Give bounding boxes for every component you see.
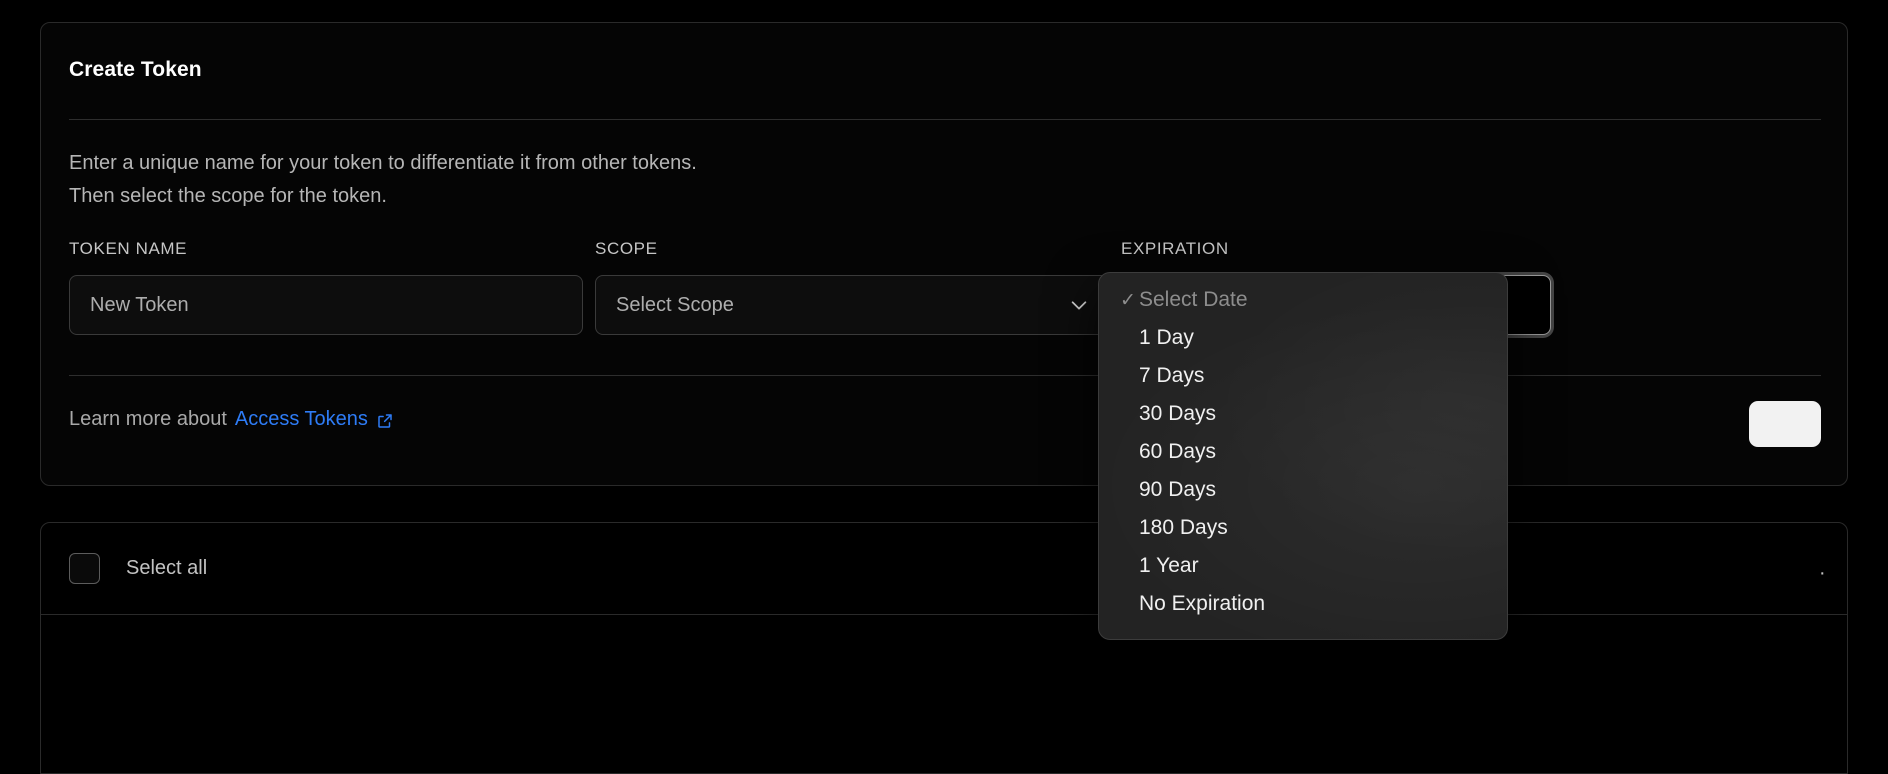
token-name-input[interactable]: New Token — [69, 275, 583, 335]
page-root: Create Token Enter a unique name for you… — [0, 0, 1888, 774]
card-description-line-1: Enter a unique name for your token to di… — [69, 152, 697, 174]
scope-label: SCOPE — [595, 239, 658, 258]
menu-item-60-days[interactable]: 60 Days — [1099, 433, 1507, 471]
menu-item-select-date[interactable]: ✓ Select Date — [1099, 281, 1507, 319]
menu-item-no-expiration[interactable]: No Expiration — [1099, 585, 1507, 623]
row-trailing-text: . — [1819, 557, 1825, 579]
menu-item-label: 30 Days — [1139, 402, 1217, 425]
access-tokens-link[interactable]: Access Tokens — [235, 408, 368, 431]
learn-more-prefix: Learn more about — [69, 408, 227, 430]
expiration-dropdown-menu[interactable]: ✓ Select Date 1 Day 7 Days 30 Days 60 Da… — [1098, 272, 1508, 640]
menu-item-label: 180 Days — [1139, 516, 1228, 539]
page-title: Create Token — [69, 58, 202, 81]
check-icon: ✓ — [1120, 289, 1136, 311]
create-token-submit-button[interactable] — [1749, 401, 1821, 447]
menu-item-label: Select Date — [1139, 288, 1248, 311]
menu-item-30-days[interactable]: 30 Days — [1099, 395, 1507, 433]
token-fields: TOKEN NAME New Token SCOPE Select Scope — [69, 239, 1821, 349]
chevron-down-icon — [1068, 294, 1090, 316]
external-link-icon — [376, 412, 394, 430]
scope-placeholder: Select Scope — [616, 293, 734, 316]
scope-select[interactable]: Select Scope — [595, 275, 1109, 335]
menu-item-label: 7 Days — [1139, 364, 1205, 387]
select-all-row[interactable]: Select all . — [41, 523, 1847, 615]
card-footer-divider — [69, 375, 1821, 376]
card-description-line-2: Then select the scope for the token. — [69, 185, 387, 207]
menu-item-1-year[interactable]: 1 Year — [1099, 547, 1507, 585]
scopes-list-card: Select all . — [40, 522, 1848, 774]
card-header-divider — [69, 119, 1821, 120]
menu-item-180-days[interactable]: 180 Days — [1099, 509, 1507, 547]
menu-item-label: No Expiration — [1139, 592, 1266, 615]
menu-item-90-days[interactable]: 90 Days — [1099, 471, 1507, 509]
token-name-field-group: TOKEN NAME New Token — [69, 239, 583, 335]
scopes-list-body — [41, 615, 1847, 774]
menu-item-label: 60 Days — [1139, 440, 1217, 463]
menu-item-label: 90 Days — [1139, 478, 1217, 501]
menu-item-7-days[interactable]: 7 Days — [1099, 357, 1507, 395]
token-name-label: TOKEN NAME — [69, 239, 188, 258]
menu-item-label: 1 Year — [1139, 554, 1199, 577]
card-description: Enter a unique name for your token to di… — [69, 147, 697, 213]
expiration-label: EXPIRATION — [1121, 239, 1229, 258]
token-name-placeholder: New Token — [90, 293, 189, 316]
menu-item-label: 1 Day — [1139, 326, 1194, 349]
menu-item-1-day[interactable]: 1 Day — [1099, 319, 1507, 357]
select-all-checkbox[interactable] — [69, 553, 100, 584]
select-all-label: Select all — [126, 557, 208, 579]
create-token-card: Create Token Enter a unique name for you… — [40, 22, 1848, 486]
scope-field-group: SCOPE Select Scope — [595, 239, 1109, 335]
learn-more-text: Learn more about Access Tokens — [69, 408, 394, 431]
